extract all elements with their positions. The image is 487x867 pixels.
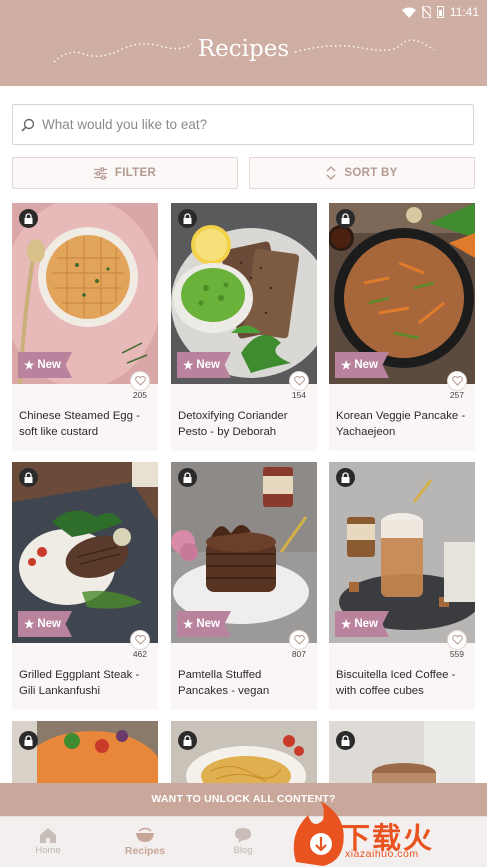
search-icon	[21, 118, 35, 132]
chat-bubble-icon	[235, 828, 251, 843]
recipe-meta: 205 Chinese Steamed Egg - soft like cust…	[12, 384, 158, 451]
wifi-icon	[401, 7, 416, 18]
star-icon: ★	[341, 619, 352, 631]
new-badge: ★ New	[335, 352, 389, 378]
lock-icon	[19, 468, 38, 487]
favorite-count: 257	[449, 390, 464, 400]
recipe-title: Chinese Steamed Egg - soft like custard	[19, 410, 140, 438]
recipe-photo	[171, 721, 317, 783]
recipes-screen: 11:41 Recipes FILTER SORT BY	[0, 0, 487, 867]
sliders-icon	[93, 166, 107, 180]
recipe-card[interactable]: ★ New 807 Pamtella Stuffed Pancakes - veg…	[171, 462, 317, 710]
recipe-meta: 807 Pamtella Stuffed Pancakes - vegan	[171, 643, 317, 710]
recipe-title: Biscuitella Iced Coffee - with coffee cu…	[336, 669, 456, 697]
tab-label: Recipes	[124, 845, 166, 857]
lock-icon	[19, 209, 38, 228]
sort-arrows-icon	[326, 166, 336, 180]
status-bar: 11:41	[401, 3, 479, 21]
new-badge: ★ New	[177, 611, 231, 637]
star-icon: ★	[183, 619, 194, 631]
filter-button[interactable]: FILTER	[12, 157, 238, 189]
favorite-count: 462	[132, 649, 147, 659]
favorite-heart-icon[interactable]	[130, 371, 150, 391]
new-badge: ★ New	[18, 611, 72, 637]
tab-label: Home	[35, 845, 61, 856]
recipe-meta: 559 Biscuitella Iced Coffee - with coffe…	[329, 643, 475, 710]
recipe-title: Pamtella Stuffed Pancakes - vegan	[178, 669, 270, 697]
favorite-count: 154	[291, 390, 306, 400]
tab-home[interactable]: Home	[8, 825, 88, 856]
recipe-meta: 257 Korean Veggie Pancake - Yachaejeon	[329, 384, 475, 451]
recipe-card[interactable]: ★ New 205 Chinese Steamed Egg - soft like…	[12, 203, 158, 451]
sort-button[interactable]: SORT BY	[249, 157, 475, 189]
favorite-count: 807	[291, 649, 306, 659]
recipe-card[interactable]: ★ New 462 Grilled Eggplant Steak - Gili L…	[12, 462, 158, 710]
filter-label: FILTER	[114, 167, 157, 179]
favorite-heart-icon[interactable]	[447, 371, 467, 391]
search-bar[interactable]	[12, 104, 474, 145]
lock-icon	[178, 731, 197, 750]
tab-label: Blog	[233, 845, 253, 856]
star-icon: ★	[341, 360, 352, 372]
favorite-heart-icon[interactable]	[130, 630, 150, 650]
tab-recipes[interactable]: Recipes	[105, 825, 185, 857]
recipe-card[interactable]	[12, 721, 158, 783]
recipe-card[interactable]: ★ New 559 Biscuitella Iced Coffee - with …	[329, 462, 475, 710]
star-icon: ★	[24, 360, 35, 372]
favorite-heart-icon[interactable]	[447, 630, 467, 650]
lock-icon	[19, 731, 38, 750]
recipe-card[interactable]: ★ New 257 Korean Veggie Pancake - Yachaej…	[329, 203, 475, 451]
lock-icon	[336, 209, 355, 228]
app-header: 11:41 Recipes	[0, 0, 487, 86]
status-time: 11:41	[449, 5, 479, 19]
search-input[interactable]	[42, 117, 473, 132]
star-icon: ★	[24, 619, 35, 631]
tab-blog[interactable]: Blog	[203, 825, 283, 856]
recipe-title: Detoxifying Coriander Pesto - by Deborah	[178, 410, 288, 438]
new-badge: ★ New	[18, 352, 72, 378]
recipe-photo	[329, 721, 475, 783]
recipe-title: Korean Veggie Pancake - Yachaejeon	[336, 410, 466, 438]
lock-icon	[178, 468, 197, 487]
new-badge: ★ New	[177, 352, 231, 378]
lock-icon	[336, 468, 355, 487]
favorite-heart-icon[interactable]	[289, 371, 309, 391]
bowl-icon	[136, 827, 154, 842]
recipe-meta: 462 Grilled Eggplant Steak - Gili Lankan…	[12, 643, 158, 710]
home-icon	[40, 828, 56, 843]
new-badge: ★ New	[335, 611, 389, 637]
star-icon: ★	[183, 360, 194, 372]
favorite-count: 559	[449, 649, 464, 659]
decorative-swirl-right-icon	[294, 39, 435, 53]
recipe-card[interactable]	[329, 721, 475, 783]
favorite-heart-icon[interactable]	[289, 630, 309, 650]
lock-icon	[178, 209, 197, 228]
sort-label: SORT BY	[344, 167, 398, 179]
no-sim-icon	[421, 6, 431, 18]
recipe-meta: 154 Detoxifying Coriander Pesto - by Deb…	[171, 384, 317, 451]
recipe-card[interactable]: ★ New 154 Detoxifying Coriander Pesto - b…	[171, 203, 317, 451]
battery-icon	[436, 6, 444, 18]
recipe-title: Grilled Eggplant Steak - Gili Lankanfush…	[19, 669, 140, 697]
watermark-url: xiazaihuo.com	[345, 848, 419, 860]
recipe-card[interactable]	[171, 721, 317, 783]
lock-icon	[336, 731, 355, 750]
favorite-count: 205	[132, 390, 147, 400]
recipe-photo	[12, 721, 158, 783]
